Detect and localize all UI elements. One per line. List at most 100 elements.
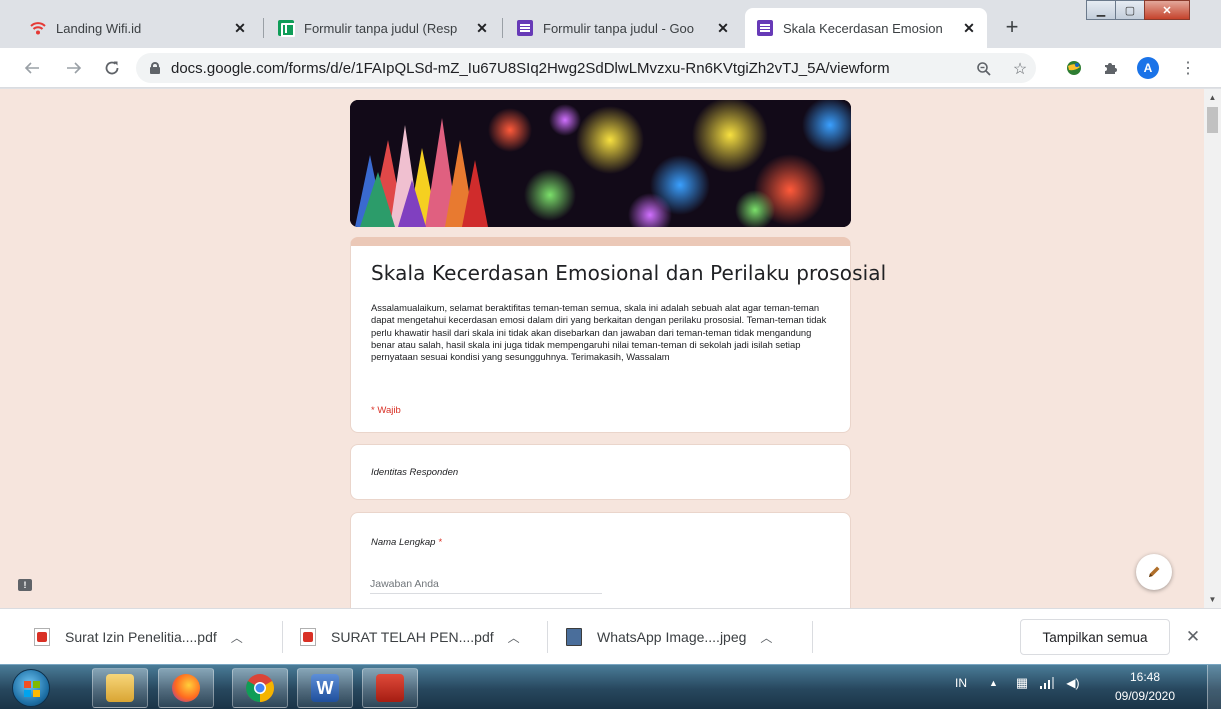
- network-icon[interactable]: ▦: [1016, 675, 1028, 691]
- tab-title: Formulir tanpa judul - Goo: [543, 20, 695, 36]
- windows-logo-icon: [24, 681, 40, 697]
- close-downloads-icon[interactable]: ✕: [1183, 627, 1203, 647]
- word-icon: W: [311, 674, 339, 702]
- acrobat-icon: [376, 674, 404, 702]
- reload-button[interactable]: [98, 54, 126, 82]
- clock-time: 16:48: [1129, 670, 1161, 684]
- close-window-button[interactable]: ✕: [1144, 0, 1190, 20]
- signal-icon[interactable]: [1040, 677, 1055, 689]
- forms-icon: [517, 20, 533, 36]
- menu-kebab-icon[interactable]: ⋮: [1178, 58, 1198, 78]
- download-separator: [282, 621, 283, 653]
- window-controls: ▁ ▢ ✕: [1086, 0, 1190, 20]
- taskbar-clock[interactable]: 16:48 09/09/2020: [1110, 668, 1180, 706]
- taskbar-chrome[interactable]: [232, 668, 288, 708]
- start-button[interactable]: [12, 669, 50, 707]
- pdf-file-icon: [300, 628, 316, 646]
- required-note: * Wajib: [371, 405, 401, 416]
- tab-title: Landing Wifi.id: [56, 20, 142, 36]
- language-indicator[interactable]: IN: [955, 676, 967, 690]
- tab-close-icon[interactable]: ✕: [715, 20, 731, 36]
- download-item[interactable]: WhatsApp Image....jpeg ︿: [566, 621, 772, 653]
- taskbar-acrobat[interactable]: [362, 668, 418, 708]
- back-button[interactable]: [18, 54, 46, 82]
- download-item[interactable]: Surat Izin Penelitia....pdf ︿: [34, 621, 243, 653]
- tab-untitled-form[interactable]: Formulir tanpa judul - Goo ✕: [505, 8, 741, 48]
- tab-close-icon[interactable]: ✕: [474, 20, 490, 36]
- extensions-puzzle-icon[interactable]: [1101, 58, 1121, 78]
- scroll-down-arrow[interactable]: ▼: [1204, 591, 1221, 608]
- pdf-file-icon: [34, 628, 50, 646]
- download-filename: SURAT TELAH PEN....pdf: [331, 629, 494, 645]
- form-title: Skala Kecerdasan Emosional dan Perilaku …: [371, 261, 887, 285]
- nama-lengkap-input[interactable]: [370, 574, 602, 594]
- pencil-icon: [1149, 566, 1160, 577]
- forms-icon: [757, 20, 773, 36]
- scroll-thumb[interactable]: [1207, 107, 1218, 133]
- profile-avatar[interactable]: A: [1137, 57, 1159, 79]
- system-tray: IN ▲ ▦ ◀): [955, 675, 1079, 691]
- minimize-button[interactable]: ▁: [1086, 0, 1116, 20]
- browser-tab-strip: Landing Wifi.id ✕ Formulir tanpa judul (…: [0, 0, 1221, 48]
- download-filename: Surat Izin Penelitia....pdf: [65, 629, 217, 645]
- tab-title: Skala Kecerdasan Emosion: [783, 20, 943, 36]
- page-scrollbar[interactable]: ▲ ▼: [1204, 89, 1221, 608]
- tab-close-icon[interactable]: ✕: [232, 20, 248, 36]
- download-filename: WhatsApp Image....jpeg: [597, 629, 747, 645]
- address-bar[interactable]: docs.google.com/forms/d/e/1FAIpQLSd-mZ_I…: [136, 53, 1036, 83]
- tab-title: Formulir tanpa judul (Resp: [304, 20, 458, 36]
- sheets-icon: [278, 20, 295, 37]
- forward-button[interactable]: [60, 54, 88, 82]
- volume-icon[interactable]: ◀): [1066, 676, 1079, 690]
- folder-icon: [106, 674, 134, 702]
- downloads-bar: Surat Izin Penelitia....pdf ︿ SURAT TELA…: [0, 608, 1221, 664]
- section-card: Identitas Responden: [350, 444, 851, 500]
- form-description: Assalamualaikum, selamat beraktifitas te…: [371, 302, 827, 363]
- url-text: docs.google.com/forms/d/e/1FAIpQLSd-mZ_I…: [171, 59, 890, 77]
- firefox-icon: [172, 674, 200, 702]
- back-arrow-icon: [24, 62, 39, 74]
- question-label-text: Nama Lengkap: [371, 537, 436, 548]
- tab-separator: [502, 18, 503, 38]
- chevron-up-icon[interactable]: ︿: [231, 629, 243, 646]
- maximize-button[interactable]: ▢: [1115, 0, 1145, 20]
- windows-taskbar: W IN ▲ ▦ ◀) 16:48 09/09/2020: [0, 664, 1221, 709]
- forward-arrow-icon: [67, 62, 82, 74]
- show-hidden-icons-icon[interactable]: ▲: [989, 678, 998, 688]
- lock-icon: [150, 62, 160, 74]
- question-label: Nama Lengkap *: [371, 537, 442, 548]
- bookmark-star-icon[interactable]: ☆: [1010, 59, 1030, 79]
- required-asterisk: *: [438, 537, 442, 548]
- chrome-icon: [246, 674, 274, 702]
- zoom-icon[interactable]: [974, 59, 994, 79]
- form-header-image: [350, 100, 851, 227]
- show-desktop-button[interactable]: [1207, 665, 1221, 709]
- image-file-icon: [566, 628, 582, 646]
- scroll-up-arrow[interactable]: ▲: [1204, 89, 1221, 106]
- question-card-nama-lengkap: Nama Lengkap *: [350, 512, 851, 608]
- edit-response-button[interactable]: [1136, 554, 1172, 590]
- taskbar-firefox[interactable]: [158, 668, 214, 708]
- form-title-card: Skala Kecerdasan Emosional dan Perilaku …: [350, 237, 886, 433]
- section-title: Identitas Responden: [371, 467, 459, 478]
- clock-date: 09/09/2020: [1114, 689, 1176, 703]
- report-feedback-icon[interactable]: !: [18, 579, 32, 591]
- tab-close-icon[interactable]: ✕: [961, 20, 977, 36]
- tab-responses-sheet[interactable]: Formulir tanpa judul (Resp ✕: [266, 8, 500, 48]
- taskbar-explorer[interactable]: [92, 668, 148, 708]
- extension-globe-icon[interactable]: [1064, 58, 1084, 78]
- taskbar-word[interactable]: W: [297, 668, 353, 708]
- new-tab-button[interactable]: +: [998, 14, 1026, 42]
- chevron-up-icon[interactable]: ︿: [760, 629, 772, 646]
- tab-separator: [263, 18, 264, 38]
- tab-landing-wifi[interactable]: Landing Wifi.id ✕: [18, 8, 258, 48]
- wifi-icon: [30, 20, 46, 36]
- download-separator: [547, 621, 548, 653]
- page-viewport: Skala Kecerdasan Emosional dan Perilaku …: [0, 89, 1221, 608]
- tab-skala-kecerdasan[interactable]: Skala Kecerdasan Emosion ✕: [745, 8, 987, 48]
- browser-toolbar: docs.google.com/forms/d/e/1FAIpQLSd-mZ_I…: [0, 48, 1221, 88]
- chevron-up-icon[interactable]: ︿: [508, 629, 520, 646]
- show-all-downloads-button[interactable]: Tampilkan semua: [1020, 619, 1170, 655]
- reload-icon: [105, 61, 119, 75]
- download-item[interactable]: SURAT TELAH PEN....pdf ︿: [300, 621, 520, 653]
